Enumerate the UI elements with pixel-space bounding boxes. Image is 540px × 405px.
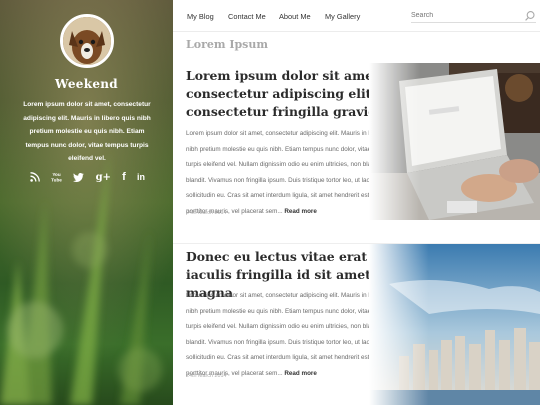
city-skyline-photo bbox=[369, 244, 540, 405]
post-date: 24th March 2014 bbox=[186, 210, 227, 216]
svg-text:Tube: Tube bbox=[51, 178, 62, 183]
post-card: Donec eu lectus vitae erat iaculis fring… bbox=[173, 244, 540, 405]
post-excerpt-text: Lorem ipsum dolor sit amet, consectetur … bbox=[186, 292, 398, 377]
section-title: Lorem Ipsum bbox=[186, 38, 269, 51]
nav-contact-me[interactable]: Contact Me bbox=[228, 12, 266, 21]
twitter-icon[interactable] bbox=[73, 170, 85, 184]
youtube-icon[interactable]: You Tube bbox=[51, 170, 62, 184]
linkedin-icon[interactable]: in bbox=[137, 170, 145, 184]
post-card: Lorem ipsum dolor sit amet consectetur a… bbox=[173, 63, 540, 238]
googleplus-icon[interactable]: g+ bbox=[96, 170, 111, 184]
read-more-link[interactable]: Read more bbox=[284, 208, 317, 215]
blog-title: Weekend bbox=[55, 77, 118, 91]
nav-my-blog[interactable]: My Blog bbox=[187, 12, 214, 21]
social-links: You Tube g+ f in bbox=[30, 170, 145, 184]
search-icon[interactable] bbox=[524, 10, 536, 22]
post-excerpt-text: Lorem ipsum dolor sit amet, consectetur … bbox=[186, 130, 398, 215]
rss-icon[interactable] bbox=[30, 170, 40, 184]
svg-text:You: You bbox=[53, 172, 62, 177]
read-more-link[interactable]: Read more bbox=[284, 370, 317, 377]
nav-my-gallery[interactable]: My Gallery bbox=[325, 12, 360, 21]
facebook-icon[interactable]: f bbox=[122, 170, 126, 184]
avatar bbox=[60, 14, 114, 68]
laptop-photo bbox=[369, 63, 540, 220]
nav-about-me[interactable]: About Me bbox=[279, 12, 311, 21]
sidebar: Weekend Lorem ipsum dolor sit amet, cons… bbox=[0, 0, 173, 405]
dog-avatar-image bbox=[63, 17, 111, 65]
search-input[interactable] bbox=[411, 9, 536, 23]
post-title[interactable]: Lorem ipsum dolor sit amet consectetur a… bbox=[186, 67, 396, 121]
post-date: 24th March 2014 bbox=[186, 373, 227, 379]
bio-text: Lorem ipsum dolor sit amet, consectetur … bbox=[23, 101, 151, 162]
